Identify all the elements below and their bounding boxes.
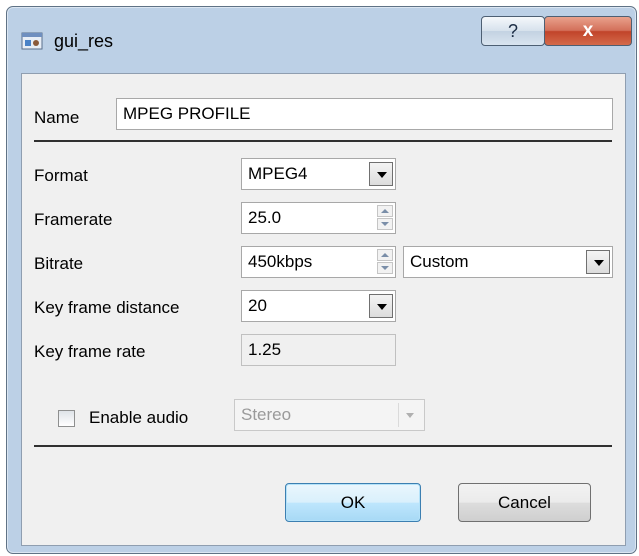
spin-up-icon[interactable] xyxy=(377,205,393,217)
chevron-down-icon xyxy=(398,403,421,427)
chevron-down-icon[interactable] xyxy=(586,250,610,274)
framerate-value: 25.0 xyxy=(248,208,282,227)
audio-mode-value: Stereo xyxy=(241,405,292,424)
spin-down-icon[interactable] xyxy=(377,262,393,274)
ok-button[interactable]: OK xyxy=(285,483,421,522)
audio-mode-select: Stereo xyxy=(234,399,425,431)
bitrate-value: 450kbps xyxy=(248,252,313,271)
framerate-spinbox[interactable]: 25.0 xyxy=(241,202,396,234)
key-frame-distance-select[interactable]: 20 xyxy=(241,290,396,322)
dialog-content: Name MPEG PROFILE Format MPEG4 Framerate… xyxy=(21,73,626,546)
framerate-spin-buttons[interactable] xyxy=(377,205,393,231)
bitrate-preset-select[interactable]: Custom xyxy=(403,246,613,278)
format-select[interactable]: MPEG4 xyxy=(241,158,396,190)
dialog-window: gui_res ? x Name MPEG PROFILE Format MPE… xyxy=(6,6,637,554)
chevron-down-icon[interactable] xyxy=(369,162,393,186)
close-button[interactable]: x xyxy=(544,16,632,46)
help-icon: ? xyxy=(507,21,518,41)
bitrate-preset-value: Custom xyxy=(410,252,469,271)
enable-audio-checkbox[interactable] xyxy=(58,410,75,427)
spin-down-icon[interactable] xyxy=(377,218,393,230)
cancel-button[interactable]: Cancel xyxy=(458,483,591,522)
close-icon: x xyxy=(582,20,594,41)
name-input[interactable]: MPEG PROFILE xyxy=(116,98,613,130)
bitrate-label: Bitrate xyxy=(34,254,84,273)
key-frame-rate-label: Key frame rate xyxy=(34,342,146,361)
key-frame-rate-readonly: 1.25 xyxy=(241,334,396,366)
spin-up-icon[interactable] xyxy=(377,249,393,261)
format-value: MPEG4 xyxy=(248,164,308,183)
bitrate-spin-buttons[interactable] xyxy=(377,249,393,275)
help-button[interactable]: ? xyxy=(481,16,545,46)
bitrate-spinbox[interactable]: 450kbps xyxy=(241,246,396,278)
title-bar[interactable]: gui_res ? x xyxy=(7,7,636,67)
chevron-down-icon[interactable] xyxy=(369,294,393,318)
divider-bottom xyxy=(34,445,612,447)
window-title: gui_res xyxy=(54,31,114,51)
key-frame-distance-label: Key frame distance xyxy=(34,298,180,317)
framerate-label: Framerate xyxy=(34,210,113,229)
enable-audio-label[interactable]: Enable audio xyxy=(89,408,188,428)
key-frame-distance-value: 20 xyxy=(248,296,267,315)
format-label: Format xyxy=(34,166,88,185)
app-icon xyxy=(21,32,43,50)
divider-top xyxy=(34,140,612,142)
name-label: Name xyxy=(34,108,80,127)
